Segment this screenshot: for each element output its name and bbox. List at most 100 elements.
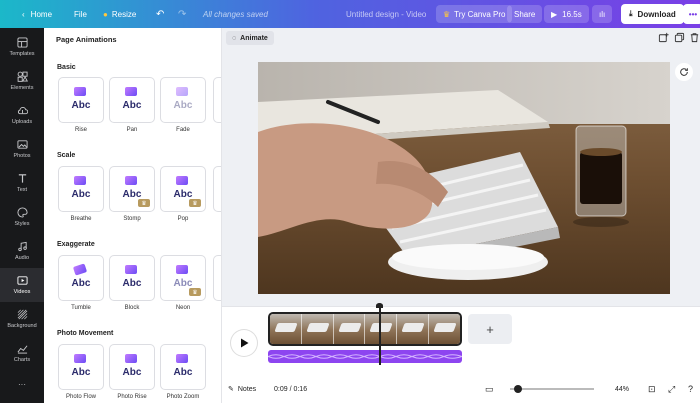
pro-crown-icon: ♛ bbox=[189, 288, 201, 296]
animation-photo-flow[interactable]: Abc bbox=[58, 344, 104, 390]
canvas-toolbar: ◌ Animate bbox=[222, 28, 700, 48]
clip-thumbnail bbox=[429, 314, 460, 344]
save-status: All changes saved bbox=[203, 9, 268, 19]
pro-crown-icon: ♛ bbox=[138, 199, 150, 207]
animation-label: Neon bbox=[175, 305, 191, 311]
animation-thumbnail-icon bbox=[125, 176, 137, 185]
animation-label: Pan bbox=[126, 127, 138, 133]
add-page-button[interactable]: + bbox=[468, 314, 512, 344]
page-view-icon[interactable]: ▭ bbox=[485, 382, 494, 396]
zoom-slider-handle[interactable] bbox=[514, 385, 522, 393]
audio-track[interactable] bbox=[268, 350, 462, 363]
video-canvas[interactable] bbox=[258, 62, 670, 294]
animation-pan[interactable]: Abc bbox=[109, 77, 155, 123]
animation-label: Photo Zoom bbox=[166, 394, 200, 400]
audio-waveform-icon bbox=[268, 354, 462, 359]
play-preview-button[interactable]: ▶ 16.5s bbox=[544, 5, 589, 23]
sidebar-item-text[interactable]: Text bbox=[0, 166, 44, 200]
animation-rise[interactable]: Abc bbox=[58, 77, 104, 123]
share-button[interactable]: Share bbox=[507, 5, 543, 23]
animation-fade[interactable]: Abc bbox=[160, 77, 206, 123]
animation-tile-partial[interactable] bbox=[213, 166, 221, 212]
background-pattern-icon bbox=[17, 309, 27, 320]
play-icon: ▶ bbox=[551, 9, 558, 19]
sidebar-more-icon[interactable]: ··· bbox=[0, 374, 44, 394]
try-pro-button[interactable]: ♛ Try Canva Pro bbox=[436, 5, 513, 23]
zoom-slider[interactable] bbox=[510, 385, 594, 393]
animation-neon[interactable]: Abc ♛ bbox=[160, 255, 206, 301]
document-title[interactable]: Untitled design - Video bbox=[346, 0, 426, 28]
resize-button[interactable]: ● Resize bbox=[103, 0, 136, 28]
help-icon[interactable]: ? bbox=[688, 382, 693, 396]
redo-icon[interactable]: ↷ bbox=[178, 0, 186, 28]
animation-block[interactable]: Abc bbox=[109, 255, 155, 301]
sidebar-item-charts[interactable]: Charts bbox=[0, 336, 44, 370]
animation-thumbnail-icon bbox=[74, 176, 86, 185]
grid-view-icon[interactable]: ⊡ bbox=[648, 382, 656, 396]
animation-photo-rise[interactable]: Abc bbox=[109, 344, 155, 390]
duplicate-page-icon[interactable] bbox=[674, 32, 685, 43]
video-clip-track[interactable] bbox=[268, 312, 462, 346]
animation-tumble[interactable]: Abc bbox=[58, 255, 104, 301]
section-heading-scale: Scale bbox=[57, 152, 76, 159]
refresh-icon[interactable] bbox=[675, 63, 693, 81]
play-button[interactable] bbox=[231, 330, 257, 356]
animation-tile-partial[interactable] bbox=[213, 77, 221, 123]
animate-button[interactable]: ◌ Animate bbox=[226, 31, 274, 45]
clip-thumbnail bbox=[365, 314, 398, 344]
fullscreen-icon[interactable]: ⤢ bbox=[668, 382, 675, 396]
animation-thumbnail-icon bbox=[176, 354, 188, 363]
animation-thumbnail-icon bbox=[176, 176, 188, 185]
animation-stomp[interactable]: Abc ♛ bbox=[109, 166, 155, 212]
sidebar-item-elements[interactable]: Elements bbox=[0, 64, 44, 98]
animation-label: Fade bbox=[176, 127, 190, 133]
animation-thumbnail-icon bbox=[125, 265, 137, 274]
line-chart-icon bbox=[17, 345, 27, 354]
undo-icon[interactable]: ↶ bbox=[156, 0, 164, 28]
animation-photo-zoom[interactable]: Abc bbox=[160, 344, 206, 390]
sidebar-item-videos[interactable]: Videos bbox=[0, 268, 44, 302]
notes-button[interactable]: ✎ Notes bbox=[228, 382, 256, 396]
bottom-bar: ✎ Notes 0:09 / 0:16 ▭ 44% ⊡ ⤢ ? bbox=[222, 376, 700, 403]
sidebar-item-background[interactable]: Background bbox=[0, 302, 44, 336]
video-icon bbox=[16, 276, 28, 285]
animation-breathe[interactable]: Abc bbox=[58, 166, 104, 212]
file-menu[interactable]: File bbox=[74, 0, 87, 28]
animation-thumbnail-icon bbox=[176, 265, 188, 274]
sidebar-item-styles[interactable]: Styles bbox=[0, 200, 44, 234]
animation-tile-partial[interactable] bbox=[213, 255, 221, 301]
music-note-icon bbox=[17, 241, 27, 252]
sidebar-item-audio[interactable]: Audio bbox=[0, 234, 44, 268]
animation-thumbnail-icon bbox=[72, 263, 88, 276]
animation-pop[interactable]: Abc ♛ bbox=[160, 166, 206, 212]
playback-time: 0:09 / 0:16 bbox=[274, 385, 308, 393]
animation-thumbnail-icon bbox=[74, 87, 86, 96]
bar-chart-icon: ılı bbox=[599, 9, 606, 19]
add-page-icon[interactable] bbox=[658, 32, 669, 43]
section-heading-exaggerate: Exaggerate bbox=[57, 241, 95, 248]
chevron-left-icon: ‹ bbox=[22, 9, 25, 19]
insights-button[interactable]: ılı bbox=[592, 5, 613, 23]
sidebar-item-uploads[interactable]: Uploads bbox=[0, 98, 44, 132]
top-bar: ‹ Home File ● Resize ↶ ↷ All changes sav… bbox=[0, 0, 700, 28]
cloud-upload-icon bbox=[17, 106, 28, 115]
play-icon bbox=[240, 338, 248, 348]
animation-label: Breathe bbox=[70, 216, 92, 222]
crown-icon: ● bbox=[103, 9, 108, 19]
animation-thumbnail-icon bbox=[176, 87, 188, 96]
clip-thumbnail bbox=[301, 314, 334, 344]
animation-thumbnail-icon bbox=[125, 87, 137, 96]
plus-icon: + bbox=[486, 321, 494, 337]
zoom-level[interactable]: 44% bbox=[615, 382, 629, 396]
delete-page-icon[interactable] bbox=[689, 32, 700, 43]
download-button[interactable]: ⤓ Download bbox=[621, 4, 684, 24]
sidebar-item-templates[interactable]: Templates bbox=[0, 30, 44, 64]
sidebar-item-photos[interactable]: Photos bbox=[0, 132, 44, 166]
download-icon: ⤓ bbox=[629, 9, 633, 18]
canva-editor: ‹ Home File ● Resize ↶ ↷ All changes sav… bbox=[0, 0, 700, 403]
home-button[interactable]: ‹ Home bbox=[22, 0, 52, 28]
more-options-button[interactable]: ••• bbox=[683, 4, 700, 24]
animation-label: Photo Rise bbox=[117, 394, 147, 400]
playhead[interactable] bbox=[376, 303, 382, 365]
palette-icon bbox=[17, 207, 28, 218]
